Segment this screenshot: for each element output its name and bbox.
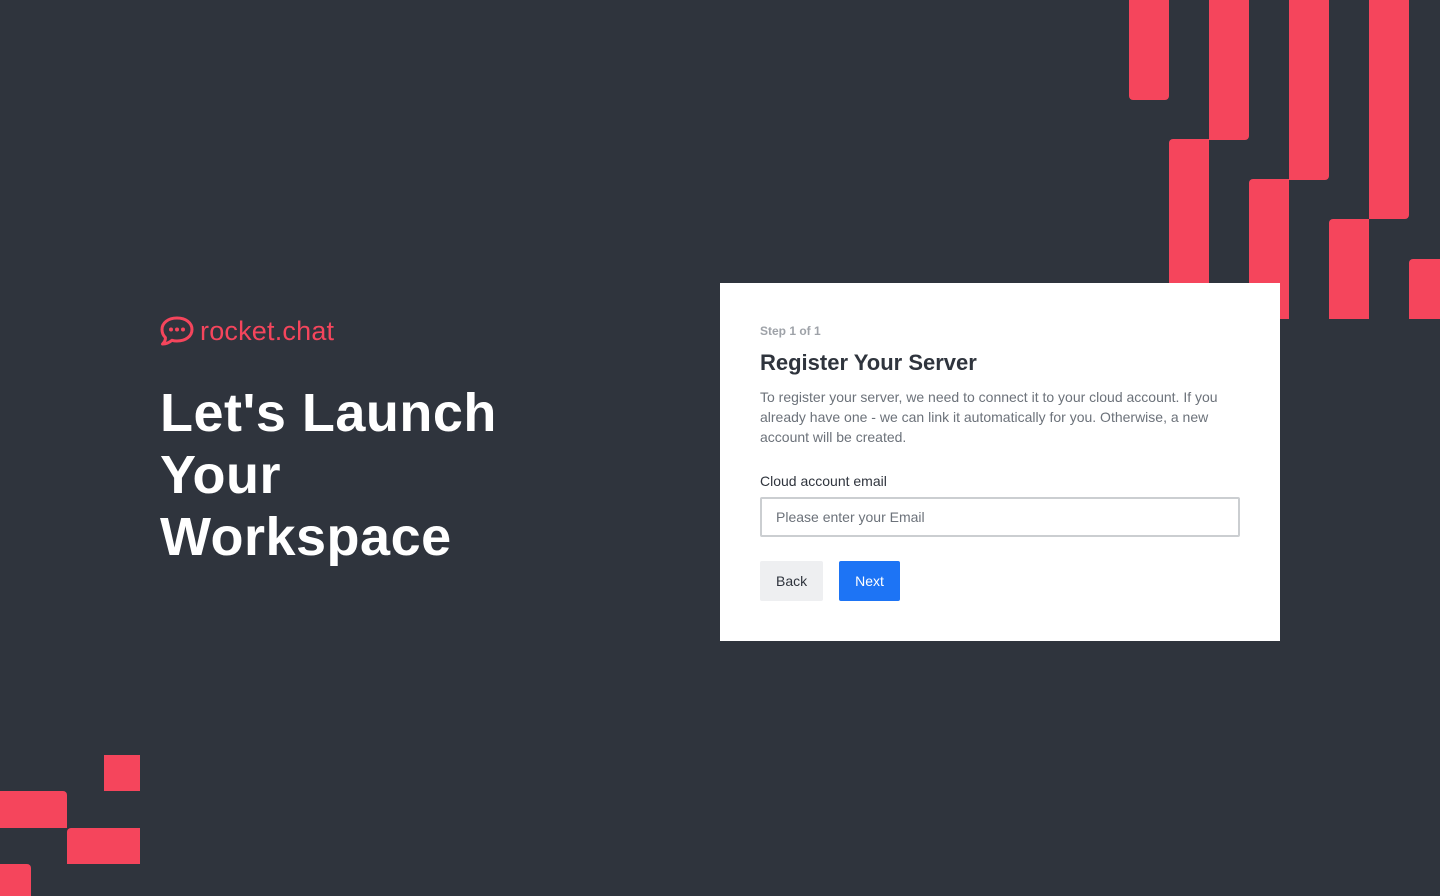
email-field[interactable] (760, 497, 1240, 537)
setup-wizard-page: rocket.chat Let's Launch Your Workspace … (0, 0, 1440, 896)
decorative-bar (1129, 0, 1169, 100)
decorative-block (67, 828, 140, 864)
decorative-bar (1209, 0, 1249, 140)
decorative-bar (1289, 0, 1329, 180)
step-indicator: Step 1 of 1 (760, 324, 821, 338)
brand-name: rocket.chat (200, 316, 335, 346)
hero-title: Let's Launch Your Workspace (160, 383, 497, 567)
decorative-bar (1329, 219, 1369, 319)
decorative-block (0, 864, 31, 896)
card-title: Register Your Server (760, 350, 977, 375)
email-field-label: Cloud account email (760, 473, 887, 489)
form-actions: Back Next (760, 561, 1240, 601)
next-button[interactable]: Next (839, 561, 900, 601)
card-description: To register your server, we need to conn… (760, 389, 1218, 445)
rocket-chat-logo-icon (160, 316, 194, 346)
decorative-block (0, 791, 67, 828)
decorative-bar (1369, 0, 1409, 219)
decorative-block (104, 755, 140, 791)
decorative-bar (1409, 259, 1440, 319)
brand-logo: rocket.chat (160, 314, 334, 348)
back-button[interactable]: Back (760, 561, 824, 601)
register-server-card: Step 1 of 1 Register Your Server To regi… (720, 283, 1280, 641)
